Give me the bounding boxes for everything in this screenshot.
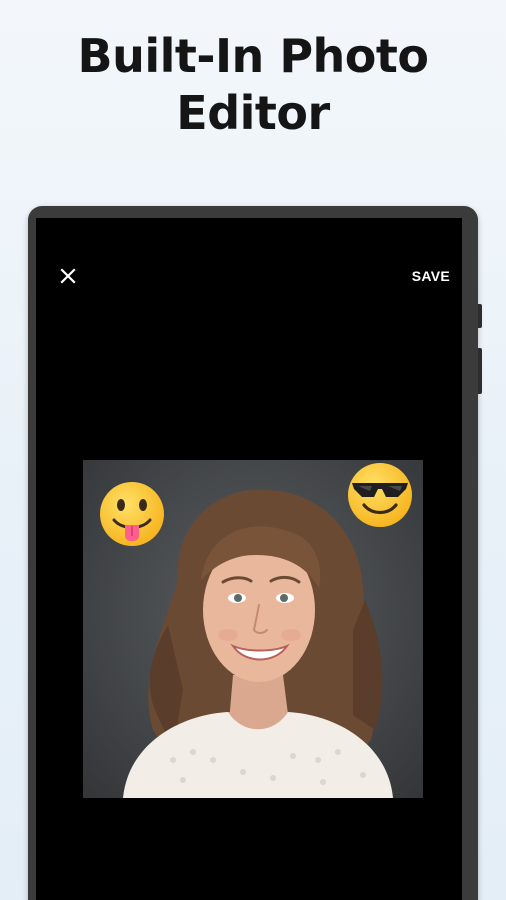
close-button[interactable] xyxy=(58,266,78,286)
headline-line-2: Editor xyxy=(176,86,330,140)
headline: Built-In Photo Editor xyxy=(0,28,506,142)
close-icon xyxy=(60,268,76,284)
device-power-button xyxy=(478,304,482,328)
editor-screen: SAVE xyxy=(36,218,462,900)
smiling-face-with-sunglasses-icon xyxy=(348,463,412,527)
face-with-tongue-emoji-sticker[interactable] xyxy=(98,480,166,548)
save-button[interactable]: SAVE xyxy=(412,268,450,284)
headline-line-1: Built-In Photo xyxy=(77,29,429,83)
device-volume-button xyxy=(478,348,482,394)
face-with-tongue-icon xyxy=(100,482,164,546)
sunglasses-emoji-sticker[interactable] xyxy=(346,461,414,529)
editor-top-bar: SAVE xyxy=(36,218,462,284)
tablet-device-frame: SAVE xyxy=(28,206,482,900)
